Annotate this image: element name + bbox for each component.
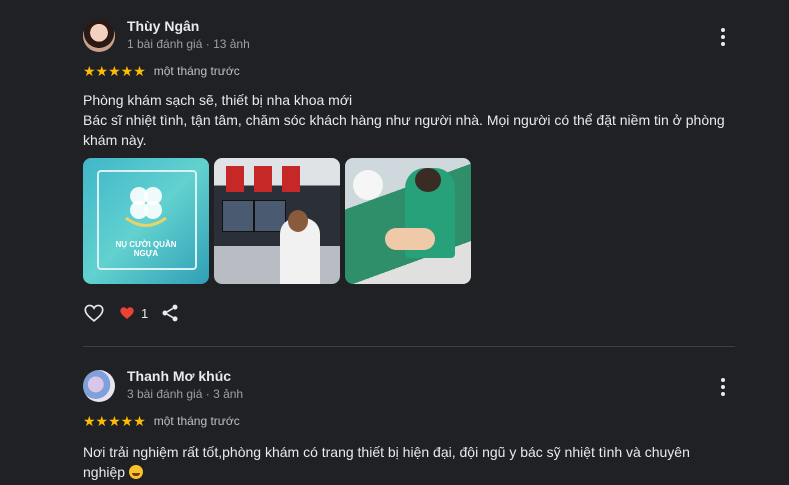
- star-rating: ★★★★★: [83, 63, 146, 79]
- review-text: Phòng khám sạch sẽ, thiết bị nha khoa mớ…: [83, 90, 733, 150]
- photo-caption: NỤ CƯỜI QUẦN NGỰA: [115, 240, 177, 258]
- like-count-button[interactable]: 1: [119, 305, 148, 321]
- divider: [83, 346, 735, 347]
- more-vert-icon[interactable]: [712, 376, 734, 398]
- review-time: một tháng trước: [153, 414, 240, 428]
- reviewer-meta: 1 bài đánh giá · 13 ảnh: [127, 37, 250, 51]
- reviewer-meta: 3 bài đánh giá · 3 ảnh: [127, 387, 244, 401]
- review-time: một tháng trước: [153, 64, 240, 78]
- reviewer-name[interactable]: Thanh Mơ khúc: [127, 368, 231, 384]
- avatar[interactable]: [83, 20, 115, 52]
- clover-logo-icon: [125, 187, 167, 227]
- review-actions: 1: [83, 302, 180, 324]
- avatar[interactable]: [83, 370, 115, 402]
- smiling-face-emoji-icon: [128, 465, 143, 479]
- more-vert-icon[interactable]: [712, 26, 734, 48]
- review-text-line: Phòng khám sạch sẽ, thiết bị nha khoa mớ…: [83, 92, 353, 108]
- share-icon[interactable]: [160, 303, 180, 323]
- rating-row: ★★★★★ một tháng trước: [83, 63, 240, 79]
- review-text: Nơi trải nghiệm rất tốt,phòng khám có tr…: [83, 442, 723, 482]
- review-text-line: Nơi trải nghiệm rất tốt,phòng khám có tr…: [83, 444, 690, 480]
- photo-strip: NỤ CƯỜI QUẦN NGỰA: [83, 158, 471, 284]
- review-text-line: Bác sĩ nhiệt tình, tận tâm, chăm sóc khá…: [83, 112, 725, 148]
- rating-row: ★★★★★ một tháng trước: [83, 413, 240, 429]
- review-photo[interactable]: NỤ CƯỜI QUẦN NGỰA: [83, 158, 209, 284]
- star-rating: ★★★★★: [83, 413, 146, 429]
- review-photo[interactable]: [345, 158, 471, 284]
- heart-outline-icon[interactable]: [83, 302, 105, 324]
- reviewer-name[interactable]: Thùy Ngân: [127, 18, 199, 34]
- review-photo[interactable]: [214, 158, 340, 284]
- heart-filled-icon: [120, 307, 134, 319]
- like-count: 1: [141, 305, 149, 321]
